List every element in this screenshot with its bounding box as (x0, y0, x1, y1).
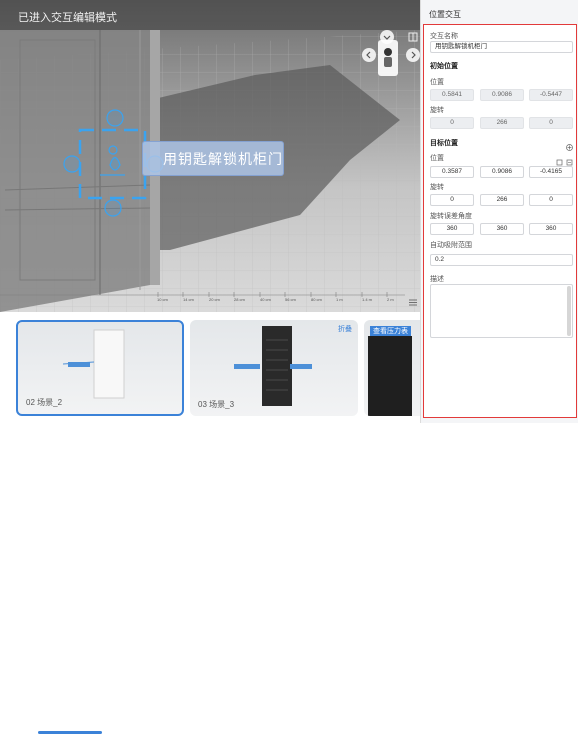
snap-range-input[interactable]: 0.2 (430, 254, 573, 266)
initial-position-y: 0.9086 (480, 89, 524, 101)
arrow-right-icon[interactable] (406, 48, 420, 62)
initial-rotation-label: 旋转 (430, 107, 444, 114)
target-position-x[interactable]: 0.3587 (430, 166, 474, 178)
layout-icon[interactable] (406, 30, 420, 44)
app-window: 已进入交互编辑模式 用钥匙解锁机柜门 10 cm 14 cm 20 cm 28 … (0, 0, 578, 734)
initial-rotation-z: 0 (529, 117, 573, 129)
scene-thumbnail[interactable]: 02 场景_2 (16, 320, 184, 416)
paste-icon[interactable] (566, 153, 573, 166)
panel-title: 位置交互 (429, 10, 461, 19)
scene-interaction-label[interactable]: 用钥匙解锁机柜门 (142, 141, 284, 176)
target-position-heading: 目标位置 (430, 140, 458, 147)
description-scrollbar[interactable] (567, 286, 571, 336)
ruler-label: 14 cm (183, 297, 194, 302)
scene-thumbnail[interactable]: 折叠 03 场景_3 (190, 320, 358, 416)
scene-thumbnail-strip: 02 场景_2 折叠 03 场景_3 查看压力表 (0, 312, 420, 734)
target-rotation-x[interactable]: 0 (430, 194, 474, 206)
target-position-label: 位置 (430, 155, 444, 162)
initial-position-z: -0.5447 (529, 89, 573, 101)
target-position-z[interactable]: -0.4165 (529, 166, 573, 178)
ruler-label: 40 cm (260, 297, 271, 302)
ruler-label: 80 cm (311, 297, 322, 302)
initial-rotation-x: 0 (430, 117, 474, 129)
ruler-label: 2 m (387, 297, 394, 302)
mode-title: 已进入交互编辑模式 (18, 12, 117, 24)
properties-panel: 位置交互 交互名称 用钥匙解锁机柜门 初始位置 位置 0.5841 0.9086… (420, 0, 578, 423)
interaction-name-label: 交互名称 (430, 33, 458, 40)
scene-thumbnail[interactable]: 查看压力表 (364, 320, 420, 416)
target-rotation-z[interactable]: 0 (529, 194, 573, 206)
copy-icon[interactable] (556, 153, 563, 166)
grid-icon[interactable] (406, 295, 420, 309)
ruler-label: 1.4 m (362, 297, 373, 302)
target-rotation-y[interactable]: 266 (480, 194, 524, 206)
thumbnail-caption: 03 场景_3 (198, 400, 235, 409)
ruler-label: 10 cm (157, 297, 168, 302)
arrow-left-icon[interactable] (362, 48, 376, 62)
rotation-error-x[interactable]: 360 (430, 223, 474, 235)
thumbnail-tag[interactable]: 折叠 (338, 324, 352, 334)
rotation-error-label: 旋转误差角度 (430, 213, 472, 220)
thumbnail-label: 查看压力表 (370, 326, 411, 336)
initial-position-heading: 初始位置 (430, 63, 458, 70)
initial-rotation-y: 266 (480, 117, 524, 129)
position-interaction-form: 交互名称 用钥匙解锁机柜门 初始位置 位置 0.5841 0.9086 -0.5… (423, 24, 577, 418)
initial-position-x: 0.5841 (430, 89, 474, 101)
compass-head-icon[interactable] (378, 40, 398, 76)
rotation-error-z[interactable]: 360 (529, 223, 573, 235)
ruler-label: 20 cm (209, 297, 220, 302)
ruler-label: 1 m (336, 297, 343, 302)
thumbnail-caption: 02 场景_2 (26, 398, 63, 407)
description-textarea[interactable] (430, 284, 573, 338)
viewport-topbar: 已进入交互编辑模式 (0, 0, 420, 30)
interaction-name-input[interactable]: 用钥匙解锁机柜门 (430, 41, 573, 53)
target-rotation-label: 旋转 (430, 184, 444, 191)
initial-position-label: 位置 (430, 79, 444, 86)
ruler-label: 56 cm (285, 297, 296, 302)
ruler-label: 28 cm (234, 297, 245, 302)
rotation-error-y[interactable]: 360 (480, 223, 524, 235)
description-label: 描述 (430, 276, 444, 283)
add-target-icon[interactable] (566, 138, 573, 151)
target-position-y[interactable]: 0.9086 (480, 166, 524, 178)
3d-viewport[interactable]: 已进入交互编辑模式 用钥匙解锁机柜门 10 cm 14 cm 20 cm 28 … (0, 0, 420, 312)
snap-range-label: 自动吸附范围 (430, 242, 472, 249)
